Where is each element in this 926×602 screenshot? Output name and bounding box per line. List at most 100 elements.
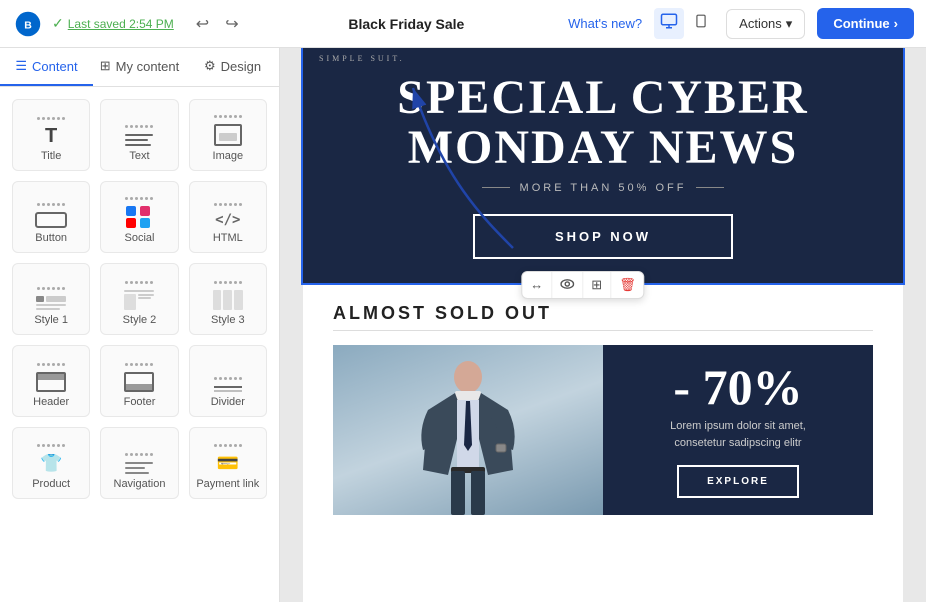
widget-payment[interactable]: 💳 Payment link bbox=[189, 427, 267, 499]
actions-label: Actions bbox=[739, 16, 782, 31]
widget-html[interactable]: </> HTML bbox=[189, 181, 267, 253]
undo-button[interactable]: ↩ bbox=[190, 10, 215, 38]
html-widget-icon: </> bbox=[215, 212, 240, 228]
style1-widget-icon bbox=[36, 296, 66, 310]
widget-style1-label: Style 1 bbox=[34, 314, 68, 326]
widget-image[interactable]: Image bbox=[189, 99, 267, 171]
discount-desc-line2: consetetur sadipscing elitr bbox=[670, 435, 806, 453]
payment-widget-icon: 💳 bbox=[217, 453, 239, 474]
widget-product[interactable]: 👕 Product bbox=[12, 427, 90, 499]
product-widget-icon: 👕 bbox=[40, 453, 62, 474]
hero-title-line1: SPECIAL CYBER bbox=[333, 73, 873, 123]
widget-header[interactable]: Header bbox=[12, 345, 90, 417]
social-widget-icon bbox=[126, 206, 152, 228]
continue-label: Continue bbox=[833, 16, 889, 31]
explore-button[interactable]: EXPLORE bbox=[677, 465, 799, 498]
widget-title[interactable]: T Title bbox=[12, 99, 90, 171]
content-tab-icon: ☰ bbox=[15, 58, 27, 74]
widget-footer-label: Footer bbox=[124, 396, 156, 408]
hero-block[interactable]: SIMPLE SUIT. SPECIAL CYBER MONDAY NEWS M… bbox=[303, 48, 903, 283]
svg-text:B: B bbox=[24, 19, 32, 31]
arrow-right-icon: › bbox=[894, 16, 898, 31]
discount-desc-line1: Lorem ipsum dolor sit amet, bbox=[670, 418, 806, 436]
widget-style2[interactable]: Style 2 bbox=[100, 263, 178, 335]
widget-button-label: Button bbox=[35, 232, 67, 244]
widget-navigation-label: Navigation bbox=[114, 478, 166, 490]
document-title: Black Friday Sale bbox=[253, 16, 561, 32]
widget-drag-handle bbox=[37, 203, 65, 206]
tab-my-content[interactable]: ⊞ My content bbox=[93, 48, 186, 86]
my-content-tab-icon: ⊞ bbox=[100, 58, 111, 74]
tab-design[interactable]: ⚙ Design bbox=[186, 48, 279, 86]
saved-link[interactable]: Last saved 2:54 PM bbox=[68, 17, 174, 31]
widget-title-label: Title bbox=[41, 150, 61, 162]
button-widget-icon bbox=[35, 212, 67, 228]
suit-figure-icon bbox=[413, 355, 523, 515]
topbar: B ✓ Last saved 2:54 PM ↩ ↪ Black Friday … bbox=[0, 0, 926, 48]
discount-label: - 70% bbox=[673, 362, 802, 412]
hero-subtext-row: MORE THAN 50% OFF bbox=[303, 174, 903, 202]
left-panel: ☰ Content ⊞ My content ⚙ Design T Title bbox=[0, 48, 280, 602]
toolbar-visibility-button[interactable] bbox=[552, 272, 583, 298]
footer-widget-icon bbox=[124, 372, 154, 392]
widget-footer[interactable]: Footer bbox=[100, 345, 178, 417]
widget-grid: T Title Text Image bbox=[12, 99, 267, 499]
check-icon: ✓ bbox=[52, 15, 64, 32]
widget-style3-label: Style 3 bbox=[211, 314, 245, 326]
widget-drag-handle bbox=[37, 444, 65, 447]
widget-drag-handle bbox=[37, 117, 65, 120]
widget-style2-label: Style 2 bbox=[123, 314, 157, 326]
email-canvas: SIMPLE SUIT. SPECIAL CYBER MONDAY NEWS M… bbox=[303, 48, 903, 602]
design-tab-icon: ⚙ bbox=[204, 58, 216, 74]
widget-image-label: Image bbox=[213, 150, 244, 162]
widget-panel-content: T Title Text Image bbox=[0, 87, 279, 602]
widget-drag-handle bbox=[214, 281, 242, 284]
image-widget-icon bbox=[214, 124, 242, 146]
dash-left-icon bbox=[482, 187, 510, 188]
shop-now-button[interactable]: SHOP NOW bbox=[473, 214, 733, 259]
hero-title-block: SPECIAL CYBER MONDAY NEWS bbox=[303, 63, 903, 174]
widget-drag-handle bbox=[37, 363, 65, 366]
product-row: - 70% Lorem ipsum dolor sit amet, conset… bbox=[333, 345, 873, 515]
block-toolbar: ↔ ⊞ 🗑 bbox=[521, 271, 644, 299]
divider-widget-icon bbox=[214, 386, 242, 392]
my-content-tab-label: My content bbox=[116, 59, 180, 74]
desktop-view-button[interactable] bbox=[654, 8, 684, 39]
toolbar-delete-button[interactable]: 🗑 bbox=[611, 272, 644, 298]
widget-header-label: Header bbox=[33, 396, 69, 408]
toolbar-duplicate-button[interactable]: ⊞ bbox=[583, 272, 611, 298]
toolbar-move-button[interactable]: ↔ bbox=[522, 272, 552, 298]
widget-divider[interactable]: Divider bbox=[189, 345, 267, 417]
widget-social-label: Social bbox=[125, 232, 155, 244]
topbar-right-actions: What's new? Actions ▾ Continue › bbox=[568, 8, 914, 39]
widget-payment-label: Payment link bbox=[196, 478, 259, 490]
widget-text-label: Text bbox=[129, 150, 149, 162]
widget-button[interactable]: Button bbox=[12, 181, 90, 253]
device-toggle-group bbox=[654, 8, 714, 39]
email-brand-label: SIMPLE SUIT. bbox=[303, 48, 903, 63]
design-tab-label: Design bbox=[221, 59, 261, 74]
product-image bbox=[333, 345, 603, 515]
tab-content[interactable]: ☰ Content bbox=[0, 48, 93, 86]
widget-navigation[interactable]: Navigation bbox=[100, 427, 178, 499]
whats-new-link[interactable]: What's new? bbox=[568, 16, 642, 31]
navigation-widget-icon bbox=[125, 462, 153, 474]
redo-button[interactable]: ↪ bbox=[219, 10, 244, 38]
widget-drag-handle bbox=[125, 281, 153, 284]
save-status: ✓ Last saved 2:54 PM bbox=[52, 15, 174, 32]
widget-social[interactable]: Social bbox=[100, 181, 178, 253]
continue-button[interactable]: Continue › bbox=[817, 8, 914, 39]
title-widget-icon: T bbox=[45, 126, 57, 146]
widget-style1[interactable]: Style 1 bbox=[12, 263, 90, 335]
widget-text[interactable]: Text bbox=[100, 99, 178, 171]
widget-style3[interactable]: Style 3 bbox=[189, 263, 267, 335]
widget-drag-handle bbox=[125, 197, 153, 200]
actions-button[interactable]: Actions ▾ bbox=[726, 9, 805, 39]
dash-right-icon bbox=[696, 187, 724, 188]
discount-description: Lorem ipsum dolor sit amet, consetetur s… bbox=[670, 418, 806, 453]
mobile-view-button[interactable] bbox=[688, 8, 714, 39]
hero-title-line2: MONDAY NEWS bbox=[333, 123, 873, 173]
style2-widget-icon bbox=[124, 290, 154, 310]
widget-divider-label: Divider bbox=[211, 396, 245, 408]
text-widget-icon bbox=[125, 134, 153, 146]
